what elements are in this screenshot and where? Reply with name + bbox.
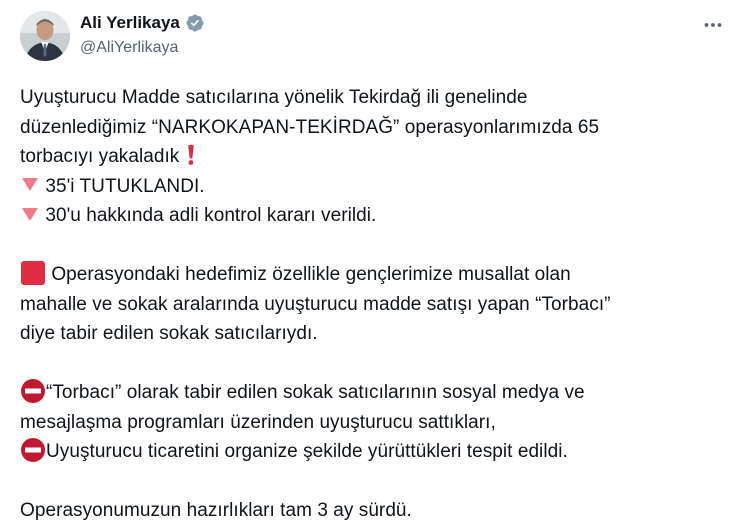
avatar[interactable] bbox=[20, 11, 70, 61]
tweet-line-text: mahalle ve sokak aralarında uyuşturucu m… bbox=[20, 293, 611, 315]
tweet-line: mesajlaşma programları üzerinden uyuştur… bbox=[20, 408, 730, 438]
verified-badge-icon[interactable] bbox=[185, 13, 205, 33]
tweet-line: diye tabir edilen sokak satıcılarıydı. bbox=[20, 319, 730, 349]
tweet-line-text: Uyuşturucu Madde satıcılarına yönelik Te… bbox=[20, 87, 528, 108]
red-down-triangle-icon bbox=[20, 204, 40, 224]
tweet-line: torbacıyı yakaladık bbox=[20, 142, 730, 172]
tweet-line: Uyuşturucu ticaretini organize şekilde y… bbox=[20, 437, 730, 467]
tweet-line: Operasyondaki hedefimiz özellikle gençle… bbox=[20, 260, 730, 290]
author-block: Ali Yerlikaya @AliYerlikaya bbox=[80, 12, 205, 57]
tweet-line: mahalle ve sokak aralarında uyuşturucu m… bbox=[20, 290, 730, 320]
tweet-line-text: Uyuşturucu ticaretini organize şekilde y… bbox=[46, 441, 568, 462]
tweet-line-text: 30'u hakkında adli kontrol kararı verild… bbox=[45, 205, 377, 226]
tweet: Ali Yerlikaya @AliYerlikaya Uyuşturucu M… bbox=[0, 0, 750, 530]
red-down-triangle-icon bbox=[20, 174, 40, 194]
tweet-line: Uyuşturucu Madde satıcılarına yönelik Te… bbox=[20, 83, 730, 113]
tweet-line-text: torbacıyı yakaladık bbox=[20, 146, 180, 167]
tweet-text: Uyuşturucu Madde satıcılarına yönelik Te… bbox=[20, 83, 730, 526]
no-entry-icon bbox=[20, 378, 46, 404]
author-handle[interactable]: @AliYerlikaya bbox=[80, 39, 205, 57]
tweet-line: düzenlediğimiz “NARKOKAPAN-TEKİRDAĞ” ope… bbox=[20, 113, 730, 143]
tweet-line-text: Operasyonumuzun hazırlıkları tam 3 ay sü… bbox=[20, 500, 412, 521]
tweet-line-text: düzenlediğimiz “NARKOKAPAN-TEKİRDAĞ” ope… bbox=[20, 116, 600, 138]
tweet-line-text: mesajlaşma programları üzerinden uyuştur… bbox=[20, 411, 496, 433]
tweet-line: Operasyonumuzun hazırlıkları tam 3 ay sü… bbox=[20, 496, 730, 526]
tweet-line: 30'u hakkında adli kontrol kararı verild… bbox=[20, 201, 730, 231]
author-name[interactable]: Ali Yerlikaya bbox=[80, 13, 180, 33]
red-square-icon bbox=[20, 260, 46, 286]
author-name-row: Ali Yerlikaya bbox=[80, 12, 205, 34]
red-exclamation-icon bbox=[185, 144, 197, 166]
tweet-line: 35'i TUTUKLANDI. bbox=[20, 172, 730, 202]
tweet-line: “Torbacı” olarak tabir edilen sokak satı… bbox=[20, 378, 730, 408]
no-entry-icon bbox=[20, 437, 46, 463]
more-horizontal-icon[interactable] bbox=[700, 12, 726, 38]
tweet-line-text: Operasyondaki hedefimiz özellikle gençle… bbox=[51, 264, 571, 285]
tweet-line-text: 35'i TUTUKLANDI. bbox=[45, 175, 205, 197]
tweet-line-text: “Torbacı” olarak tabir edilen sokak satı… bbox=[46, 382, 585, 403]
tweet-line-text: diye tabir edilen sokak satıcılarıydı. bbox=[20, 323, 318, 344]
